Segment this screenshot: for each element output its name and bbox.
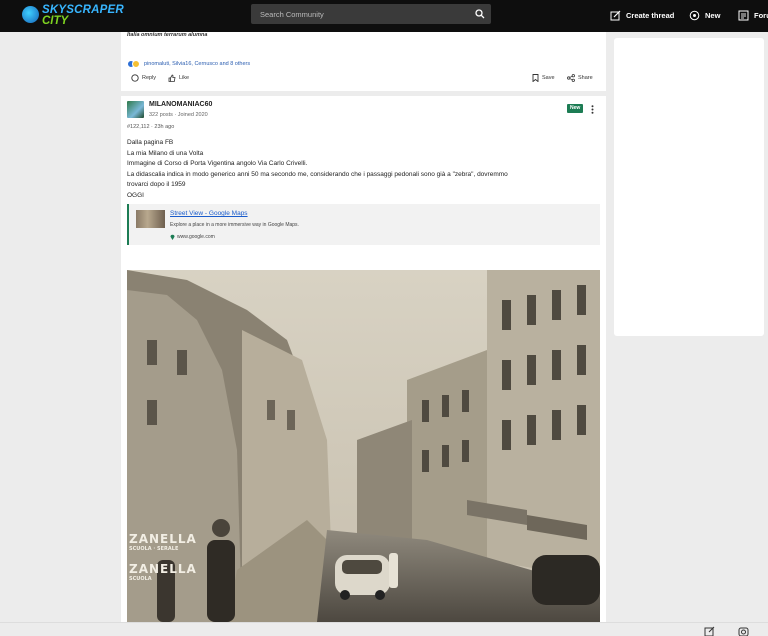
photo-sign-2: SCUOLA · SERALE — [129, 546, 179, 552]
sidebar-panel — [614, 38, 764, 336]
post-meta[interactable]: #122,112 · 23h ago — [127, 124, 174, 130]
smile-reaction-icon — [132, 60, 140, 68]
logo-text-line2: CITY — [42, 15, 69, 27]
more-options-icon[interactable] — [591, 105, 594, 114]
post-line: trovarci dopo il 1959 — [127, 181, 186, 188]
globe-logo-icon — [22, 6, 39, 23]
new-label: New — [705, 10, 721, 20]
bookmark-icon — [532, 74, 539, 82]
like-label: Like — [179, 75, 190, 81]
user-meta: 322 posts · Joined 2020 — [149, 112, 208, 118]
post-line: La mia Milano di una Volta — [127, 149, 204, 157]
thumbs-up-icon — [168, 74, 176, 82]
post-line: OGGI — [127, 191, 144, 199]
username[interactable]: MILANOMANIAC60 — [149, 101, 212, 108]
link-preview-card[interactable]: Street View - Google Maps Explore a plac… — [127, 204, 600, 245]
reaction-icons — [127, 60, 141, 68]
photo-sign-1: ZANELLA — [129, 532, 197, 546]
photo-sign-3: ZANELLA — [129, 562, 197, 576]
search-input[interactable] — [251, 4, 466, 24]
save-button[interactable]: Save — [532, 74, 555, 82]
link-url-text: www.google.com — [177, 234, 215, 240]
link-url: www.google.com — [170, 234, 215, 240]
create-thread-button[interactable]: Create thread — [610, 8, 674, 22]
post-photo[interactable]: ZANELLA SCUOLA · SERALE ZANELLA SCUOLA — [127, 270, 600, 622]
post-line: Dalla pagina FB — [127, 139, 174, 146]
link-thumbnail — [136, 210, 165, 228]
external-link-icon[interactable] — [704, 626, 715, 636]
top-navigation-bar: SKYSCRAPER CITY Create thread New Foru — [0, 0, 768, 32]
thread-content: Italia omnium terrarum alumna pinomaluti… — [121, 32, 606, 622]
street-photo-illustration — [127, 270, 600, 622]
like-button[interactable]: Like — [168, 74, 189, 82]
share-label: Share — [578, 75, 593, 81]
reply-icon — [131, 74, 139, 82]
save-label: Save — [542, 75, 555, 81]
search-bar — [251, 4, 491, 24]
post-line: Immagine di Corso di Porta Vigentina ang… — [127, 160, 308, 167]
photo-sign-4: SCUOLA — [129, 576, 152, 582]
site-logo[interactable]: SKYSCRAPER CITY — [22, 4, 124, 28]
reply-label: Reply — [142, 75, 157, 81]
forums-button[interactable]: Foru — [738, 8, 768, 22]
post-body: Dalla pagina FB La mia Milano di una Vol… — [127, 138, 587, 201]
forums-label: Foru — [754, 10, 768, 20]
create-thread-label: Create thread — [626, 10, 675, 20]
map-pin-icon — [170, 234, 175, 240]
avatar[interactable] — [127, 101, 144, 118]
new-badge: New — [567, 104, 584, 113]
forums-icon — [738, 10, 749, 20]
share-icon — [567, 74, 575, 82]
bottom-bar — [0, 622, 768, 636]
reactions-summary[interactable]: pinomaluti, Silvia16, Cernusco and 8 oth… — [127, 60, 250, 68]
reactions-text: pinomaluti, Silvia16, Cernusco and 8 oth… — [144, 61, 251, 67]
link-title[interactable]: Street View - Google Maps — [170, 210, 248, 217]
post-line: La didascalia indica in modo generico an… — [127, 170, 508, 178]
screenshot-icon[interactable] — [738, 626, 749, 636]
share-button[interactable]: Share — [567, 74, 593, 82]
user-signature: Italia omnium terrarum alumna — [127, 32, 208, 38]
new-icon — [689, 10, 700, 20]
search-icon[interactable] — [475, 9, 485, 19]
link-description: Explore a place in a more immersive way … — [170, 222, 299, 228]
new-button[interactable]: New — [689, 8, 720, 22]
reply-button[interactable]: Reply — [131, 74, 156, 82]
post-divider — [121, 91, 606, 96]
edit-icon — [610, 10, 621, 20]
